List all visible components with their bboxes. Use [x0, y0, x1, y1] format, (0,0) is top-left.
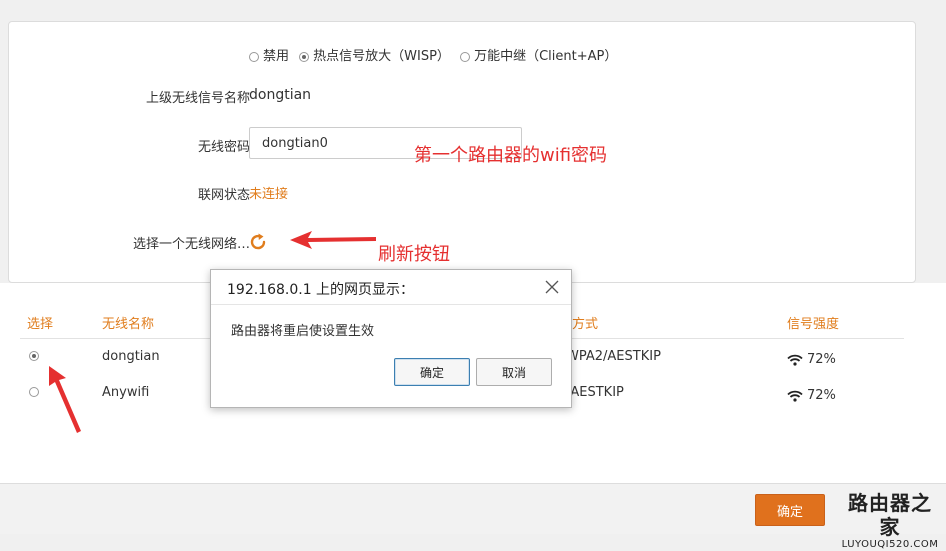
alert-dialog: 192.168.0.1 上的网页显示： 路由器将重启使设置生效 确定 取消: [210, 269, 572, 408]
row-signal-value: 72%: [807, 388, 836, 403]
mode-option-wisp[interactable]: 热点信号放大（WISP）: [299, 49, 458, 64]
refresh-arrow-icon: [290, 231, 376, 249]
column-security: 方式: [572, 317, 599, 332]
row-signal-value: 72%: [807, 352, 836, 367]
mode-option-repeater[interactable]: 万能中继（Client+AP）: [460, 49, 621, 64]
refresh-icon[interactable]: [248, 232, 268, 252]
column-ssid: 无线名称: [102, 317, 155, 332]
mode-option-disabled[interactable]: 禁用: [249, 49, 297, 64]
dialog-title-bar: 192.168.0.1 上的网页显示：: [211, 270, 571, 305]
row-signal: 72%: [787, 352, 836, 367]
save-button[interactable]: 确定: [755, 494, 825, 526]
row-security: /AESTKIP: [566, 385, 624, 400]
column-select: 选择: [27, 317, 54, 332]
radio-repeater[interactable]: [460, 51, 471, 62]
radio-disabled[interactable]: [249, 51, 259, 62]
dialog-message: 路由器将重启使设置生效: [231, 324, 375, 339]
upstream-ssid-value: dongtian: [249, 87, 312, 103]
dialog-title: 192.168.0.1 上的网页显示：: [227, 282, 415, 298]
link-status-value: 未连接: [249, 187, 289, 202]
row-signal: 72%: [787, 388, 836, 403]
row-security: WPA2/AESTKIP: [566, 349, 661, 364]
watermark-logo: 路由器之家 LUYOUQI520.COM: [838, 491, 942, 550]
radio-wisp[interactable]: [299, 51, 310, 62]
column-signal: 信号强度: [787, 317, 840, 332]
link-status-label: 联网状态: [197, 188, 250, 203]
row-ssid: dongtian: [102, 349, 160, 364]
password-label: 无线密码: [197, 140, 250, 155]
close-icon[interactable]: [545, 280, 559, 294]
refresh-annotation: 刷新按钮: [378, 244, 450, 265]
wifi-signal-icon: [787, 354, 803, 366]
row-select-radio[interactable]: [29, 351, 39, 361]
row-ssid: Anywifi: [102, 385, 150, 400]
dialog-ok-button[interactable]: 确定: [394, 358, 470, 386]
mode-selector: 禁用 热点信号放大（WISP） 万能中继（Client+AP）: [249, 45, 623, 64]
upstream-ssid-label: 上级无线信号名称: [145, 91, 250, 106]
logo-url: LUYOUQI520.COM: [841, 539, 939, 550]
select-arrow-icon: [49, 366, 81, 433]
choose-network-label: 选择一个无线网络…: [132, 237, 250, 252]
password-annotation: 第一个路由器的wifi密码: [414, 145, 608, 166]
row-select-radio[interactable]: [29, 387, 39, 397]
logo-text: 路由器之家: [848, 491, 932, 539]
dialog-cancel-button[interactable]: 取消: [476, 358, 552, 386]
wifi-signal-icon: [787, 390, 803, 402]
